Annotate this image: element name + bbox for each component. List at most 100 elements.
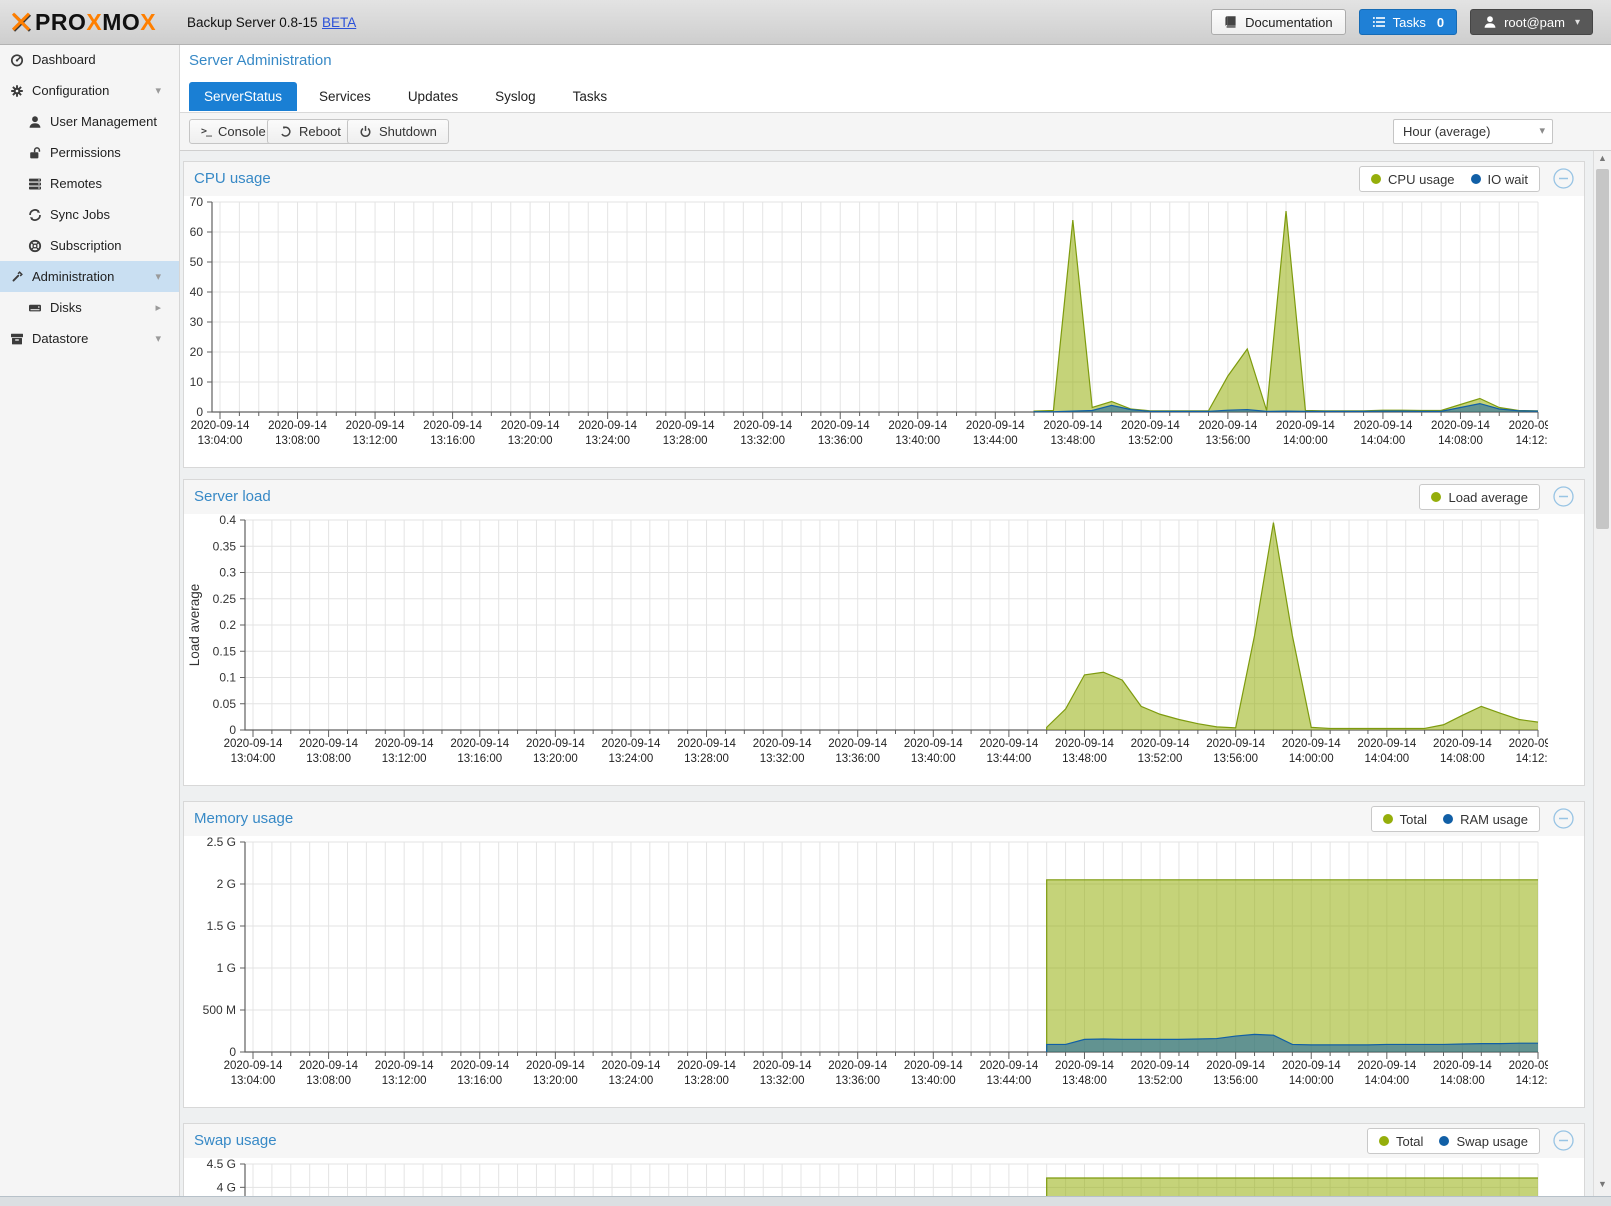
sidebar-item-label: Permissions bbox=[50, 145, 121, 160]
svg-text:2020-09-14: 2020-09-14 bbox=[1055, 1060, 1114, 1072]
tab-services[interactable]: Services bbox=[304, 82, 386, 111]
sidebar-item-datastore[interactable]: Datastore▾ bbox=[0, 323, 179, 354]
beta-link[interactable]: BETA bbox=[322, 15, 356, 30]
panel-title: Server load bbox=[194, 488, 271, 505]
sidebar-item-subscription[interactable]: Subscription bbox=[0, 230, 179, 261]
svg-text:14:00:00: 14:00:00 bbox=[1283, 435, 1328, 447]
svg-text:13:52:00: 13:52:00 bbox=[1138, 753, 1183, 765]
reboot-button[interactable]: Reboot bbox=[267, 119, 353, 144]
product-version-label: Backup Server 0.8-15 bbox=[187, 15, 318, 30]
svg-text:2020-09-14: 2020-09-14 bbox=[1206, 1060, 1265, 1072]
user-menu-button[interactable]: root@pam ▾ bbox=[1470, 9, 1593, 35]
tab-tasks[interactable]: Tasks bbox=[558, 82, 623, 111]
svg-text:13:28:00: 13:28:00 bbox=[663, 435, 708, 447]
legend-item-swap-usage[interactable]: Swap usage bbox=[1439, 1134, 1528, 1149]
tasks-label: Tasks bbox=[1393, 15, 1426, 30]
svg-text:13:44:00: 13:44:00 bbox=[973, 435, 1018, 447]
reboot-label: Reboot bbox=[299, 124, 341, 139]
legend-item-total[interactable]: Total bbox=[1379, 1134, 1423, 1149]
svg-text:500 M: 500 M bbox=[203, 1003, 236, 1017]
user-icon bbox=[28, 115, 42, 129]
svg-text:13:24:00: 13:24:00 bbox=[609, 753, 654, 765]
server-load-panel: Server load Load average 0.40.350.30.250… bbox=[183, 479, 1585, 786]
toolbar: >_ Console Reboot Shutdown Hour (average… bbox=[180, 112, 1611, 150]
svg-text:14:12:00: 14:12:00 bbox=[1516, 1075, 1548, 1087]
power-icon bbox=[359, 125, 372, 138]
sidebar-item-remotes[interactable]: Remotes bbox=[0, 168, 179, 199]
legend-dot-icon bbox=[1431, 492, 1441, 502]
svg-text:13:48:00: 13:48:00 bbox=[1050, 435, 1095, 447]
svg-text:60: 60 bbox=[190, 225, 204, 239]
svg-text:2020-09-14: 2020-09-14 bbox=[979, 1060, 1038, 1072]
legend-item-cpu-usage[interactable]: CPU usage bbox=[1371, 172, 1454, 187]
sidebar-item-dashboard[interactable]: Dashboard bbox=[0, 44, 179, 75]
legend-item-io-wait[interactable]: IO wait bbox=[1471, 172, 1528, 187]
sidebar-item-label: Configuration bbox=[32, 83, 109, 98]
svg-text:2020-09-14: 2020-09-14 bbox=[375, 1060, 434, 1072]
sidebar-item-sync-jobs[interactable]: Sync Jobs bbox=[0, 199, 179, 230]
gears-icon bbox=[10, 84, 24, 98]
console-button[interactable]: >_ Console bbox=[189, 119, 278, 144]
tasks-button[interactable]: Tasks 0 bbox=[1359, 9, 1457, 35]
svg-text:2020-09-14: 2020-09-14 bbox=[224, 1060, 283, 1072]
svg-text:13:24:00: 13:24:00 bbox=[585, 435, 630, 447]
svg-text:13:16:00: 13:16:00 bbox=[457, 1075, 502, 1087]
svg-text:13:32:00: 13:32:00 bbox=[760, 1075, 805, 1087]
legend: Load average bbox=[1419, 484, 1540, 510]
chevron-down-icon[interactable]: ▾ bbox=[155, 270, 161, 283]
sidebar-item-label: Administration bbox=[32, 269, 114, 284]
svg-text:14:00:00: 14:00:00 bbox=[1289, 1075, 1334, 1087]
svg-text:0: 0 bbox=[196, 405, 203, 419]
documentation-button[interactable]: Documentation bbox=[1211, 9, 1345, 35]
legend-item-load-average[interactable]: Load average bbox=[1431, 490, 1528, 505]
sidebar-item-label: Dashboard bbox=[32, 52, 96, 67]
sidebar-item-user-management[interactable]: User Management bbox=[0, 106, 179, 137]
svg-text:2020-09-14: 2020-09-14 bbox=[299, 1060, 358, 1072]
shutdown-button[interactable]: Shutdown bbox=[347, 119, 449, 144]
sidebar-item-configuration[interactable]: Configuration ▾ bbox=[0, 75, 179, 106]
panel-title: Swap usage bbox=[194, 1132, 277, 1149]
tab-syslog[interactable]: Syslog bbox=[480, 82, 551, 111]
svg-text:2020-09-14: 2020-09-14 bbox=[1121, 420, 1180, 432]
vertical-scrollbar[interactable]: ▲ ▼ bbox=[1593, 151, 1611, 1206]
sidebar-item-administration[interactable]: Administration ▾ bbox=[0, 261, 179, 292]
window-bottom-edge bbox=[0, 1196, 1611, 1206]
svg-text:13:08:00: 13:08:00 bbox=[306, 1075, 351, 1087]
collapse-panel-button[interactable] bbox=[1553, 486, 1574, 507]
chevron-right-icon[interactable]: ▸ bbox=[155, 301, 161, 314]
chevron-down-icon[interactable]: ▾ bbox=[155, 332, 161, 345]
memory-usage-panel: Memory usage TotalRAM usage 2.5 G2 G1.5 … bbox=[183, 801, 1585, 1108]
svg-text:10: 10 bbox=[190, 375, 204, 389]
collapse-panel-button[interactable] bbox=[1553, 1130, 1574, 1151]
svg-text:13:48:00: 13:48:00 bbox=[1062, 1075, 1107, 1087]
svg-text:0.25: 0.25 bbox=[213, 592, 237, 606]
svg-text:2020-09-14: 2020-09-14 bbox=[1354, 420, 1413, 432]
tasks-count-badge: 0 bbox=[1437, 15, 1444, 30]
scrollbar-thumb[interactable] bbox=[1596, 169, 1609, 529]
legend-item-ram-usage[interactable]: RAM usage bbox=[1443, 812, 1528, 827]
tab-serverstatus[interactable]: ServerStatus bbox=[189, 82, 297, 111]
sidebar-item-permissions[interactable]: Permissions bbox=[0, 137, 179, 168]
legend-item-total[interactable]: Total bbox=[1383, 812, 1427, 827]
collapse-panel-button[interactable] bbox=[1553, 808, 1574, 829]
svg-text:Load average: Load average bbox=[187, 584, 202, 667]
svg-text:2020-09-14: 2020-09-14 bbox=[888, 420, 947, 432]
time-range-select[interactable]: Hour (average) ▾ bbox=[1393, 119, 1553, 144]
svg-text:2.5 G: 2.5 G bbox=[207, 836, 236, 849]
svg-text:2020-09-14: 2020-09-14 bbox=[1282, 738, 1341, 750]
svg-text:13:56:00: 13:56:00 bbox=[1205, 435, 1250, 447]
svg-text:70: 70 bbox=[190, 196, 204, 209]
svg-text:13:36:00: 13:36:00 bbox=[835, 753, 880, 765]
collapse-panel-button[interactable] bbox=[1553, 168, 1574, 189]
sidebar-item-disks[interactable]: Disks▸ bbox=[0, 292, 179, 323]
svg-text:2020-09-14: 2020-09-14 bbox=[1509, 1060, 1548, 1072]
scroll-down-arrow-icon[interactable]: ▼ bbox=[1594, 1179, 1611, 1194]
sync-icon bbox=[28, 208, 42, 222]
panel-header: Server load Load average bbox=[184, 480, 1584, 514]
svg-text:14:08:00: 14:08:00 bbox=[1438, 435, 1483, 447]
svg-text:13:52:00: 13:52:00 bbox=[1128, 435, 1173, 447]
chevron-down-icon[interactable]: ▾ bbox=[155, 84, 161, 97]
svg-text:40: 40 bbox=[190, 285, 204, 299]
tab-updates[interactable]: Updates bbox=[393, 82, 473, 111]
scroll-up-arrow-icon[interactable]: ▲ bbox=[1594, 153, 1611, 168]
